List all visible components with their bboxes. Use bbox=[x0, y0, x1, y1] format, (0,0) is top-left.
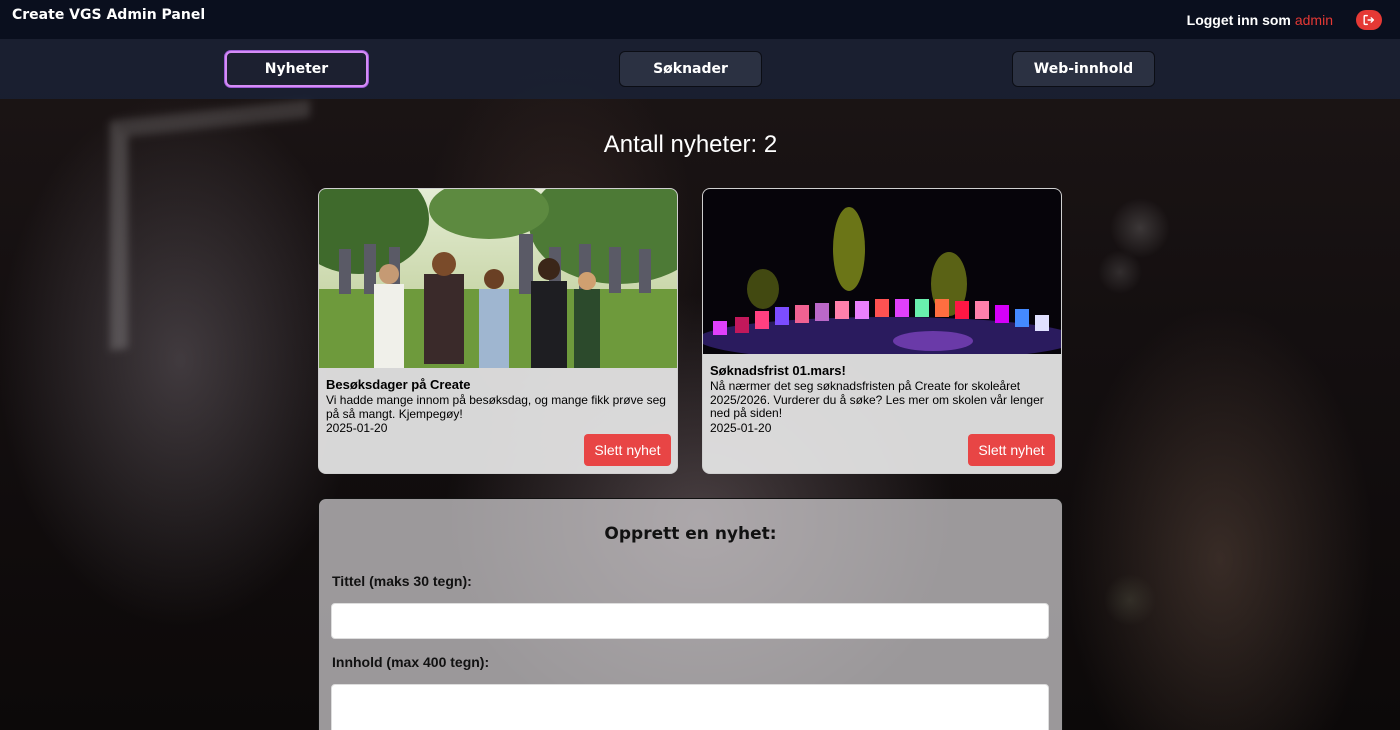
news-image-visit-day bbox=[319, 189, 677, 368]
news-text: Nå nærmer det seg søknadsfristen på Crea… bbox=[710, 379, 1044, 420]
content-textarea[interactable] bbox=[331, 684, 1049, 730]
delete-news-button[interactable]: Slett nyhet bbox=[968, 434, 1055, 466]
news-date: 2025-01-20 bbox=[710, 420, 772, 435]
user-area: Logget inn som admin bbox=[1186, 9, 1382, 30]
news-count-title: Antall nyheter: 2 bbox=[603, 131, 778, 158]
top-bar: Create VGS Admin Panel Logget inn som ad… bbox=[0, 0, 1400, 39]
news-date: 2025-01-20 bbox=[326, 421, 388, 435]
news-title: Søknadsfrist 01.mars! bbox=[710, 363, 846, 378]
title-input[interactable] bbox=[331, 603, 1049, 639]
logged-in-label: Logget inn som bbox=[1186, 11, 1291, 28]
create-news-form: Opprett en nyhet: Tittel (maks 30 tegn):… bbox=[318, 498, 1063, 730]
delete-news-button[interactable]: Slett nyhet bbox=[584, 434, 671, 466]
nav-bar: Nyheter Søknader Web-innhold bbox=[0, 39, 1400, 99]
logout-button[interactable] bbox=[1356, 9, 1382, 30]
news-card: Søknadsfrist 01.mars! Nå nærmer det seg … bbox=[702, 188, 1062, 474]
tab-nyheter[interactable]: Nyheter bbox=[225, 51, 368, 87]
form-title: Opprett en nyhet: bbox=[604, 524, 777, 544]
news-text: Vi hadde mange innom på besøksdag, og ma… bbox=[326, 393, 666, 421]
title-field-label: Tittel (maks 30 tegn): bbox=[332, 573, 472, 589]
tab-web-innhold[interactable]: Web-innhold bbox=[1012, 51, 1155, 87]
news-card: Besøksdager på Create Vi hadde mange inn… bbox=[318, 188, 678, 474]
news-card-body: Søknadsfrist 01.mars! Nå nærmer det seg … bbox=[703, 354, 1061, 435]
logout-icon bbox=[1363, 14, 1375, 25]
news-card-body: Besøksdager på Create Vi hadde mange inn… bbox=[319, 368, 677, 435]
app-title: Create VGS Admin Panel bbox=[12, 7, 206, 23]
content-field-label: Innhold (max 400 tegn): bbox=[332, 654, 490, 670]
username: admin bbox=[1294, 11, 1333, 28]
tab-soknader[interactable]: Søknader bbox=[619, 51, 762, 87]
news-title: Besøksdager på Create bbox=[326, 377, 471, 392]
news-image-stage bbox=[703, 189, 1061, 354]
